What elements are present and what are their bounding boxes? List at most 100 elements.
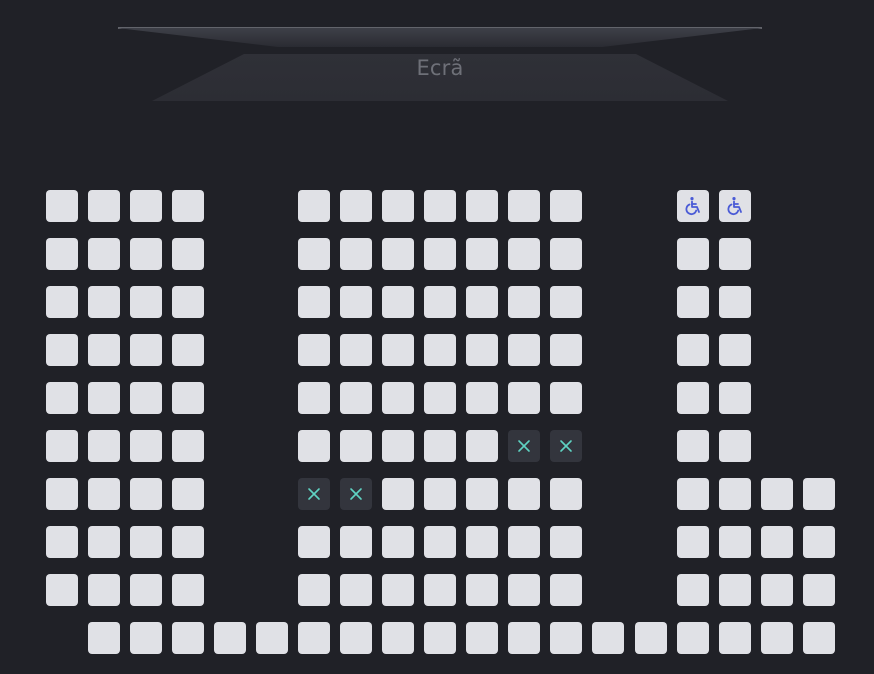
seat-available[interactable] bbox=[298, 430, 330, 462]
seat-available[interactable] bbox=[424, 286, 456, 318]
seat-available[interactable] bbox=[340, 574, 372, 606]
seat-available[interactable] bbox=[677, 478, 709, 510]
seat-available[interactable] bbox=[340, 382, 372, 414]
seat-available[interactable] bbox=[677, 430, 709, 462]
seat-available[interactable] bbox=[382, 334, 414, 366]
seat-available[interactable] bbox=[298, 574, 330, 606]
seat-available[interactable] bbox=[677, 334, 709, 366]
seat-available[interactable] bbox=[382, 526, 414, 558]
seat-available[interactable] bbox=[88, 382, 120, 414]
seat-available[interactable] bbox=[719, 334, 751, 366]
seat-available[interactable] bbox=[761, 574, 793, 606]
seat-available[interactable] bbox=[88, 478, 120, 510]
seat-available[interactable] bbox=[466, 526, 498, 558]
seat-available[interactable] bbox=[298, 334, 330, 366]
seat-available[interactable] bbox=[46, 478, 78, 510]
seat-available[interactable] bbox=[88, 286, 120, 318]
seat-available[interactable] bbox=[719, 382, 751, 414]
seat-available[interactable] bbox=[130, 286, 162, 318]
seat-available[interactable] bbox=[550, 286, 582, 318]
seat-available[interactable] bbox=[803, 622, 835, 654]
seat-available[interactable] bbox=[340, 622, 372, 654]
seat-available[interactable] bbox=[88, 190, 120, 222]
seat-available[interactable] bbox=[466, 190, 498, 222]
seat-available[interactable] bbox=[88, 574, 120, 606]
seat-available[interactable] bbox=[803, 574, 835, 606]
seat-available[interactable] bbox=[214, 622, 246, 654]
seat-available[interactable] bbox=[550, 574, 582, 606]
seat-available[interactable] bbox=[466, 430, 498, 462]
seat-available[interactable] bbox=[88, 526, 120, 558]
seat-available[interactable] bbox=[298, 526, 330, 558]
seat-available[interactable] bbox=[424, 526, 456, 558]
seat-available[interactable] bbox=[172, 430, 204, 462]
seat-available[interactable] bbox=[424, 430, 456, 462]
seat-available[interactable] bbox=[550, 622, 582, 654]
seat-available[interactable] bbox=[719, 286, 751, 318]
seat-available[interactable] bbox=[508, 286, 540, 318]
seat-available[interactable] bbox=[382, 190, 414, 222]
seat-available[interactable] bbox=[46, 526, 78, 558]
seat-available[interactable] bbox=[172, 382, 204, 414]
seat-available[interactable] bbox=[677, 574, 709, 606]
seat-available[interactable] bbox=[424, 190, 456, 222]
seat-available[interactable] bbox=[340, 334, 372, 366]
seat-available[interactable] bbox=[340, 430, 372, 462]
seat-available[interactable] bbox=[46, 574, 78, 606]
seat-available[interactable] bbox=[508, 334, 540, 366]
seat-available[interactable] bbox=[677, 238, 709, 270]
seat-available[interactable] bbox=[172, 334, 204, 366]
seat-available[interactable] bbox=[46, 190, 78, 222]
seat-available[interactable] bbox=[382, 574, 414, 606]
seat-available[interactable] bbox=[424, 334, 456, 366]
seat-available[interactable] bbox=[550, 190, 582, 222]
seat-available[interactable] bbox=[424, 574, 456, 606]
seat-available[interactable] bbox=[550, 382, 582, 414]
seat-available[interactable] bbox=[46, 286, 78, 318]
seat-available[interactable] bbox=[298, 190, 330, 222]
seat-available[interactable] bbox=[340, 286, 372, 318]
seat-available[interactable] bbox=[803, 478, 835, 510]
seat-available[interactable] bbox=[298, 622, 330, 654]
seat-available[interactable] bbox=[298, 382, 330, 414]
seat-available[interactable] bbox=[340, 190, 372, 222]
seat-available[interactable] bbox=[508, 238, 540, 270]
seat-available[interactable] bbox=[172, 286, 204, 318]
seat-available[interactable] bbox=[172, 190, 204, 222]
seat-available[interactable] bbox=[466, 334, 498, 366]
seat-available[interactable] bbox=[424, 238, 456, 270]
seat-available[interactable] bbox=[130, 526, 162, 558]
seat-available[interactable] bbox=[130, 334, 162, 366]
seat-available[interactable] bbox=[46, 382, 78, 414]
seat-available[interactable] bbox=[382, 478, 414, 510]
seat-available[interactable] bbox=[298, 286, 330, 318]
seat-available[interactable] bbox=[382, 382, 414, 414]
seat-available[interactable] bbox=[382, 238, 414, 270]
seat-wheelchair[interactable] bbox=[719, 190, 751, 222]
seat-available[interactable] bbox=[88, 238, 120, 270]
seat-available[interactable] bbox=[172, 238, 204, 270]
seat-available[interactable] bbox=[592, 622, 624, 654]
seat-available[interactable] bbox=[172, 478, 204, 510]
seat-available[interactable] bbox=[550, 526, 582, 558]
seat-available[interactable] bbox=[550, 334, 582, 366]
seat-available[interactable] bbox=[130, 574, 162, 606]
seat-available[interactable] bbox=[508, 574, 540, 606]
seat-available[interactable] bbox=[550, 238, 582, 270]
seat-available[interactable] bbox=[719, 574, 751, 606]
seat-available[interactable] bbox=[88, 622, 120, 654]
seat-available[interactable] bbox=[550, 478, 582, 510]
seat-available[interactable] bbox=[46, 238, 78, 270]
seat-available[interactable] bbox=[508, 382, 540, 414]
seat-available[interactable] bbox=[424, 622, 456, 654]
seat-available[interactable] bbox=[677, 382, 709, 414]
seat-available[interactable] bbox=[719, 622, 751, 654]
seat-available[interactable] bbox=[508, 526, 540, 558]
seat-available[interactable] bbox=[508, 478, 540, 510]
seat-available[interactable] bbox=[466, 574, 498, 606]
seat-available[interactable] bbox=[424, 382, 456, 414]
seat-available[interactable] bbox=[130, 190, 162, 222]
seat-available[interactable] bbox=[424, 478, 456, 510]
seat-available[interactable] bbox=[298, 238, 330, 270]
seat-available[interactable] bbox=[508, 622, 540, 654]
